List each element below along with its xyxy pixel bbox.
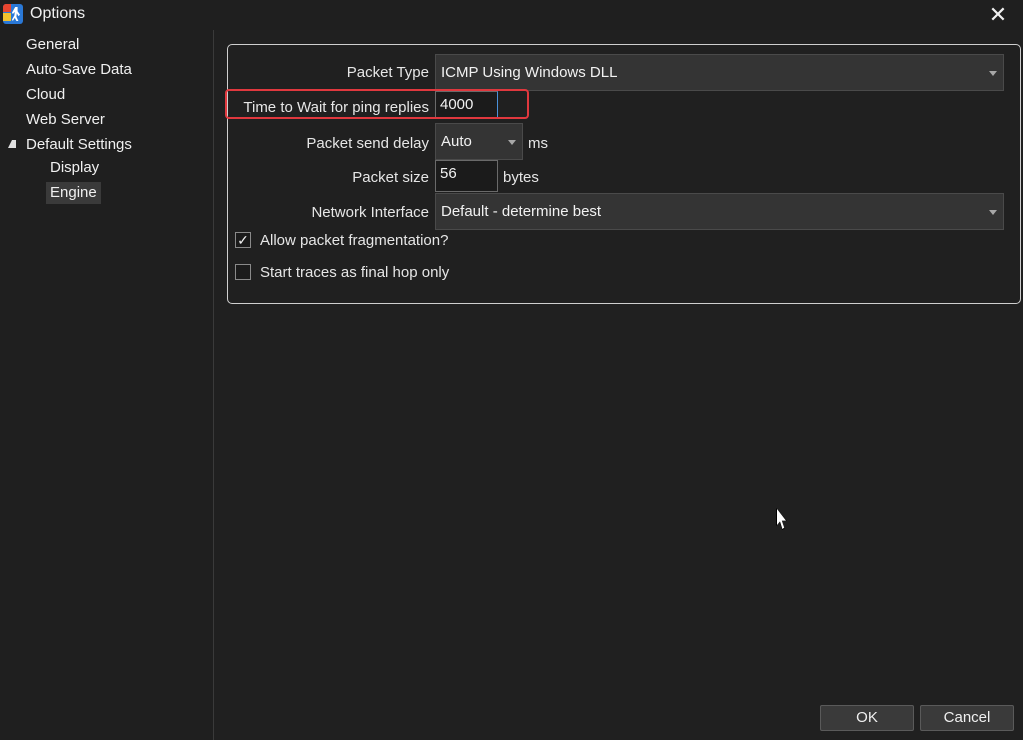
allow-fragmentation-checkbox[interactable]: ✓ (235, 232, 251, 248)
tree-item-cloud[interactable]: Cloud (22, 84, 69, 106)
packet-type-select[interactable]: ICMP Using Windows DLL (435, 54, 1004, 91)
chevron-down-icon (508, 139, 516, 145)
annotation-highlight-box (225, 89, 529, 119)
checkmark-icon: ✓ (237, 232, 249, 248)
packet-size-label: Packet size (352, 169, 429, 186)
tree-item-engine[interactable]: Engine (46, 182, 101, 204)
final-hop-only-checkbox[interactable] (235, 264, 251, 280)
send-delay-unit: ms (528, 135, 548, 152)
tree-item-web-server[interactable]: Web Server (22, 109, 109, 131)
close-icon: ✕ (988, 2, 1008, 27)
network-interface-select[interactable]: Default - determine best (435, 193, 1004, 230)
network-interface-value: Default - determine best (441, 203, 602, 220)
packet-type-value: ICMP Using Windows DLL (441, 64, 618, 81)
packet-size-input[interactable]: 56 (435, 160, 498, 192)
packet-size-unit: bytes (503, 169, 539, 186)
allow-fragmentation-label[interactable]: Allow packet fragmentation? (260, 232, 448, 249)
ok-button[interactable]: OK (820, 705, 914, 731)
send-delay-select[interactable]: Auto (435, 123, 523, 160)
options-tree: General Auto-Save Data Cloud Web Server … (0, 30, 214, 740)
window-title: Options (30, 5, 86, 22)
title-bar: Options ✕ (0, 0, 1023, 30)
expand-arrow-icon[interactable] (8, 140, 16, 148)
chevron-down-icon (989, 209, 997, 215)
tree-item-default-settings[interactable]: Default Settings (22, 134, 136, 156)
send-delay-value: Auto (441, 133, 472, 150)
network-interface-label: Network Interface (311, 204, 429, 221)
final-hop-only-label[interactable]: Start traces as final hop only (260, 264, 449, 281)
chevron-down-icon (989, 70, 997, 76)
packet-type-label: Packet Type (346, 64, 429, 81)
tree-item-auto-save-data[interactable]: Auto-Save Data (22, 59, 136, 81)
send-delay-label: Packet send delay (306, 135, 429, 152)
app-icon (3, 4, 23, 24)
cancel-button[interactable]: Cancel (920, 705, 1014, 731)
engine-settings-panel: Packet Type ICMP Using Windows DLL Time … (215, 30, 1023, 740)
tree-item-display[interactable]: Display (46, 157, 103, 179)
close-button[interactable]: ✕ (973, 0, 1023, 30)
tree-item-general[interactable]: General (22, 34, 83, 56)
